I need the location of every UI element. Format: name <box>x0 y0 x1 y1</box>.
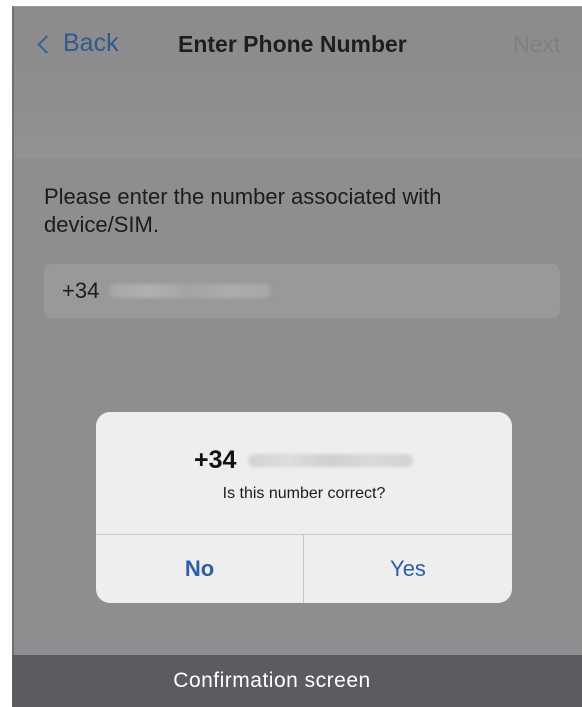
no-button[interactable]: No <box>96 535 303 603</box>
page-title: Enter Phone Number <box>178 31 407 57</box>
screenshot-frame: Back Enter Phone Number Next Please ente… <box>0 0 582 707</box>
phone-screen: Back Enter Phone Number Next Please ente… <box>12 6 582 655</box>
dialog-content: +34 Is this number correct? <box>96 412 512 534</box>
back-label: Back <box>63 29 119 57</box>
dialog-phone-number: +34 <box>194 446 414 475</box>
dialog-obscured-number <box>248 454 414 467</box>
obscured-phone-number <box>109 284 272 298</box>
phone-number-field[interactable]: +34 <box>44 264 560 318</box>
back-button[interactable]: Back <box>37 29 119 58</box>
caption-bar: Confirmation screen <box>12 655 582 707</box>
country-code: +34 <box>62 278 100 303</box>
dialog-question: Is this number correct? <box>222 485 386 502</box>
yes-button[interactable]: Yes <box>304 535 512 603</box>
instructions-text: Please enter the number associated with … <box>44 184 442 237</box>
navigation-bar: Back Enter Phone Number Next <box>14 7 582 157</box>
caption-text: Confirmation screen <box>173 669 371 692</box>
dialog-country-code: +34 <box>194 446 237 474</box>
next-button[interactable]: Next <box>513 31 560 58</box>
chevron-left-icon <box>37 34 56 54</box>
confirmation-dialog: +34 Is this number correct? No Yes <box>96 412 512 603</box>
